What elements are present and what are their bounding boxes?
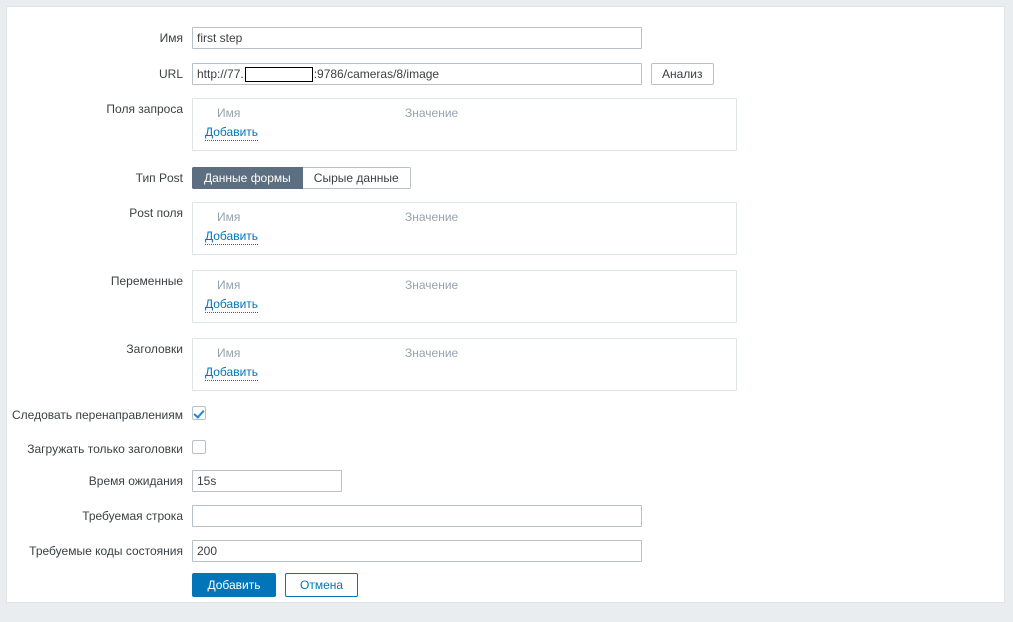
control-required-status-codes [192, 540, 642, 562]
post-type-option-form-data[interactable]: Данные формы [192, 167, 303, 189]
label-post-fields: Post поля [129, 206, 183, 220]
label-required-string: Требуемая строка [82, 509, 183, 523]
cancel-button[interactable]: Отмена [285, 573, 359, 597]
field-row-required-status-codes: Требуемые коды состояния [7, 540, 642, 562]
post-fields-add-link[interactable]: Добавить [205, 229, 259, 245]
headers-header: Имя Значение [193, 346, 736, 365]
label-required-status-codes: Требуемые коды состояния [29, 544, 183, 558]
headers-add-link[interactable]: Добавить [205, 365, 259, 381]
field-row-variables: Переменные Имя Значение Добавить [7, 270, 737, 323]
control-query-fields: Имя Значение Добавить [192, 98, 737, 151]
post-fields-header: Имя Значение [193, 210, 736, 229]
label-post-type: Тип Post [135, 171, 183, 185]
field-row-post-fields: Post поля Имя Значение Добавить [7, 202, 737, 255]
label-follow-redirects: Следовать перенаправлениям [11, 407, 183, 422]
post-fields-col-name: Имя [217, 210, 241, 224]
variables-add-link[interactable]: Добавить [205, 297, 259, 313]
headers-col-name: Имя [217, 346, 241, 360]
url-input[interactable]: http://77. :9786/cameras/8/image [192, 63, 642, 85]
retrieve-headers-only-checkbox[interactable] [192, 440, 206, 454]
required-string-input[interactable] [192, 505, 642, 527]
field-row-required-string: Требуемая строка [7, 505, 642, 527]
url-scheme-host: http://77. [197, 67, 244, 81]
query-fields-add-link[interactable]: Добавить [205, 125, 259, 141]
field-row-post-type: Тип Post Данные формы Сырые данные [7, 167, 411, 189]
step-dialog-panel: Имя URL http://77. :9786/cameras/8/image… [6, 6, 1005, 603]
name-input[interactable] [192, 27, 642, 49]
control-timeout [192, 470, 342, 492]
actions-group: Добавить Отмена [192, 573, 359, 597]
label-query-fields: Поля запроса [106, 102, 183, 116]
control-url: http://77. :9786/cameras/8/image Анализ [192, 63, 714, 85]
field-row-follow-redirects: Следовать перенаправлениям [7, 406, 206, 423]
post-type-option-raw-data[interactable]: Сырые данные [302, 167, 411, 189]
query-fields-col-value: Значение [405, 106, 459, 120]
control-required-string [192, 505, 642, 527]
redaction-box [244, 66, 313, 82]
headers-col-value: Значение [405, 346, 459, 360]
control-follow-redirects [192, 406, 206, 423]
follow-redirects-checkbox[interactable] [192, 406, 206, 420]
control-post-fields: Имя Значение Добавить [192, 202, 737, 255]
variables-header: Имя Значение [193, 278, 736, 297]
label-variables: Переменные [110, 274, 183, 288]
query-fields-header: Имя Значение [193, 106, 736, 125]
post-type-segmented-control: Данные формы Сырые данные [192, 167, 411, 189]
variables-col-value: Значение [405, 278, 459, 292]
analyze-button[interactable]: Анализ [651, 63, 714, 85]
variables-col-name: Имя [217, 278, 241, 292]
control-name [192, 27, 642, 49]
field-row-query-fields: Поля запроса Имя Значение Добавить [7, 98, 737, 151]
variables-box: Имя Значение Добавить [192, 270, 737, 323]
dialog-actions: Добавить Отмена [7, 573, 359, 597]
control-headers: Имя Значение Добавить [192, 338, 737, 391]
label-name: Имя [159, 31, 183, 45]
field-row-retrieve-headers-only: Загружать только заголовки [7, 440, 206, 457]
timeout-input[interactable] [192, 470, 342, 492]
query-fields-col-name: Имя [217, 106, 241, 120]
field-row-name: Имя [7, 27, 642, 49]
control-post-type: Данные формы Сырые данные [192, 167, 411, 189]
label-url: URL [158, 67, 183, 81]
headers-box: Имя Значение Добавить [192, 338, 737, 391]
label-timeout: Время ожидания [88, 474, 183, 488]
field-row-timeout: Время ожидания [7, 470, 342, 492]
post-fields-box: Имя Значение Добавить [192, 202, 737, 255]
control-variables: Имя Значение Добавить [192, 270, 737, 323]
query-fields-box: Имя Значение Добавить [192, 98, 737, 151]
field-row-url: URL http://77. :9786/cameras/8/image Ана… [7, 63, 714, 85]
url-tail: :9786/cameras/8/image [313, 67, 440, 81]
submit-button[interactable]: Добавить [192, 573, 276, 597]
label-headers: Заголовки [126, 342, 183, 356]
required-status-codes-input[interactable] [192, 540, 642, 562]
label-retrieve-headers-only: Загружать только заголовки [27, 441, 183, 456]
post-fields-col-value: Значение [405, 210, 459, 224]
field-row-headers: Заголовки Имя Значение Добавить [7, 338, 737, 391]
control-retrieve-headers-only [192, 440, 206, 457]
